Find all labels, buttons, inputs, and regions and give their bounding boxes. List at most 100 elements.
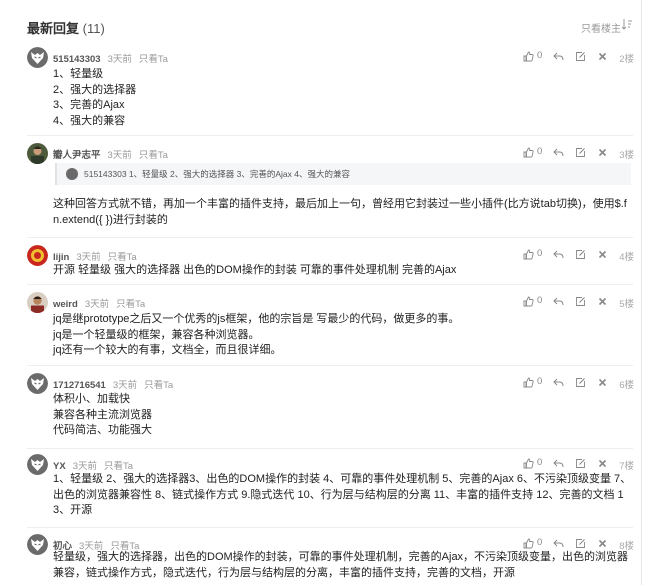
reply-icon[interactable] bbox=[553, 51, 564, 62]
only-ta-link[interactable]: 只看Ta bbox=[139, 54, 168, 65]
reply-content-line: 1、轻量级 2、强大的选择器3、出色的DOM操作的封装 4、可靠的事件处理机制 … bbox=[53, 473, 632, 516]
reply-content-line: 这种回答方式就不错，再加一个丰富的插件支持，最后加上一句，曾经用它封装过一些小插… bbox=[53, 198, 627, 226]
scroll-edge-divider bbox=[641, 0, 642, 585]
only-ta-link[interactable]: 只看Ta bbox=[139, 150, 168, 161]
reply-icon[interactable] bbox=[553, 296, 564, 307]
reply-username[interactable]: 515143303 bbox=[53, 54, 101, 65]
floor-number: 3楼 bbox=[619, 150, 634, 161]
edit-icon[interactable] bbox=[575, 296, 586, 307]
wolf-avatar-icon bbox=[27, 373, 48, 394]
replies-count: (11) bbox=[82, 21, 105, 36]
reply-icon[interactable] bbox=[553, 147, 564, 158]
reply-time: 3天前 bbox=[112, 380, 138, 391]
reply-content: jq是继prototype之后又一个优秀的js框架，他的宗旨是 写最少的代码，做… bbox=[53, 312, 633, 359]
avatar[interactable] bbox=[27, 292, 48, 313]
reply-icon[interactable] bbox=[553, 538, 564, 549]
like-icon[interactable]: 0 bbox=[523, 537, 542, 549]
only-ta-link[interactable]: 只看Ta bbox=[108, 252, 137, 263]
edit-icon[interactable] bbox=[575, 377, 586, 388]
edit-icon[interactable] bbox=[575, 458, 586, 469]
sort-icon[interactable] bbox=[622, 18, 632, 31]
reply-username[interactable]: lijin bbox=[53, 252, 69, 263]
reply-username[interactable]: YX bbox=[53, 461, 66, 472]
reply-divider bbox=[27, 237, 633, 238]
reply-content-line: 兼容各种主流浏览器 bbox=[53, 408, 152, 421]
reply-meta: 1712716541 3天前 只看Ta bbox=[53, 377, 173, 391]
emblem-avatar-icon bbox=[27, 245, 48, 266]
only-ta-link[interactable]: 只看Ta bbox=[104, 461, 133, 472]
reply-content-line: 2、强大的选择器 bbox=[53, 83, 137, 96]
like-icon[interactable]: 0 bbox=[523, 376, 542, 388]
reply-content-line: 开源 轻量级 强大的选择器 出色的DOM操作的封装 可靠的事件处理机制 完善的A… bbox=[53, 264, 457, 276]
floor-number: 5楼 bbox=[619, 299, 634, 310]
floor-number: 4楼 bbox=[619, 252, 634, 263]
reply-username[interactable]: 1712716541 bbox=[53, 380, 106, 391]
avatar[interactable] bbox=[27, 245, 48, 266]
quote-text: 515143303 1、轻量级 2、强大的选择器 3、完善的Ajax 4、强大的… bbox=[84, 169, 350, 179]
reply-time: 3天前 bbox=[107, 54, 132, 65]
edit-icon[interactable] bbox=[575, 147, 586, 158]
only-ta-link[interactable]: 只看Ta bbox=[144, 380, 173, 391]
reply-time: 3天前 bbox=[107, 150, 132, 161]
edit-icon[interactable] bbox=[575, 538, 586, 549]
reply-content: 1、轻量级 2、强大的选择器3、出色的DOM操作的封装 4、可靠的事件处理机制 … bbox=[53, 472, 633, 519]
replies-title-text: 最新回复 bbox=[27, 21, 80, 36]
wolf-avatar-icon bbox=[27, 534, 48, 555]
reply-content-line: jq是一个轻量级的框架，兼容各种浏览器。 bbox=[53, 328, 260, 341]
like-icon[interactable]: 0 bbox=[523, 50, 542, 62]
only-op-filter-link[interactable]: 只看楼主 bbox=[581, 20, 621, 35]
like-icon[interactable]: 0 bbox=[523, 146, 542, 158]
reply-meta: 515143303 3天前 只看Ta bbox=[53, 51, 168, 65]
like-count: 0 bbox=[537, 457, 543, 468]
reply-content-line: 轻量级，强大的选择器，出色的DOM操作的封装，可靠的事件处理机制，完善的Ajax… bbox=[53, 551, 629, 579]
quoted-reply: 515143303 1、轻量级 2、强大的选择器 3、完善的Ajax 4、强大的… bbox=[55, 163, 631, 185]
avatar[interactable] bbox=[27, 47, 48, 68]
reply-meta: 瓣人尹志平 3天前 只看Ta bbox=[53, 147, 168, 161]
reply-icon[interactable] bbox=[553, 249, 564, 260]
reply-content-line: 3、完善的Ajax bbox=[53, 99, 125, 111]
reply-divider bbox=[27, 365, 633, 366]
like-icon[interactable]: 0 bbox=[523, 457, 542, 469]
reply-content-line: jq是继prototype之后又一个优秀的js框架，他的宗旨是 写最少的代码，做… bbox=[53, 313, 460, 325]
reply-content-line: 4、强大的兼容 bbox=[53, 114, 126, 127]
like-icon[interactable]: 0 bbox=[523, 295, 542, 307]
floor-number: 2楼 bbox=[619, 54, 634, 65]
reply-content: 体积小、加载快兼容各种主流浏览器 代码简洁、功能强大 bbox=[53, 392, 633, 439]
like-icon[interactable]: 0 bbox=[523, 248, 542, 260]
edit-icon[interactable] bbox=[575, 51, 586, 62]
like-count: 0 bbox=[537, 537, 543, 548]
avatar[interactable] bbox=[27, 143, 48, 164]
reply-content-line: 代码简洁、功能强大 bbox=[53, 424, 152, 436]
reply-time: 3天前 bbox=[84, 299, 110, 310]
reply-content: 1、轻量级 2、强大的选择器 3、完善的Ajax 4、强大的兼容 bbox=[53, 67, 633, 129]
reply-username[interactable]: 瓣人尹志平 bbox=[53, 150, 101, 161]
edit-icon[interactable] bbox=[575, 249, 586, 260]
wolf-avatar-icon bbox=[27, 454, 48, 475]
wolf-avatar-icon bbox=[27, 47, 48, 68]
like-count: 0 bbox=[537, 146, 543, 157]
floor-number: 6楼 bbox=[619, 380, 634, 391]
avatar[interactable] bbox=[27, 534, 48, 555]
reply-content: 这种回答方式就不错，再加一个丰富的插件支持，最后加上一句，曾经用它封装过一些小插… bbox=[53, 197, 633, 228]
reply-content-line: 体积小、加载快 bbox=[53, 393, 130, 405]
replies-panel: 最新回复 (11) 只看楼主 515143303 3天前 只看Ta 0 2楼 1、轻量级 2… bbox=[0, 0, 650, 585]
person2-avatar-icon bbox=[27, 292, 48, 313]
replies-header: 最新回复 (11) 只看楼主 bbox=[0, 0, 650, 44]
reply-time: 3天前 bbox=[76, 252, 101, 263]
only-ta-link[interactable]: 只看Ta bbox=[116, 299, 145, 310]
like-count: 0 bbox=[537, 295, 543, 306]
floor-number: 7楼 bbox=[619, 461, 634, 472]
reply-divider bbox=[27, 448, 633, 449]
reply-icon[interactable] bbox=[553, 377, 564, 388]
reply-icon[interactable] bbox=[553, 458, 564, 469]
like-count: 0 bbox=[537, 50, 543, 61]
like-count: 0 bbox=[537, 376, 543, 387]
avatar[interactable] bbox=[27, 454, 48, 475]
reply-meta: lijin 3天前 只看Ta bbox=[53, 249, 137, 263]
reply-username[interactable]: weird bbox=[53, 299, 78, 310]
reply-meta: weird 3天前 只看Ta bbox=[53, 296, 145, 310]
reply-divider bbox=[27, 527, 633, 528]
reply-divider bbox=[27, 135, 633, 136]
avatar[interactable] bbox=[27, 373, 48, 394]
like-count: 0 bbox=[537, 248, 543, 259]
